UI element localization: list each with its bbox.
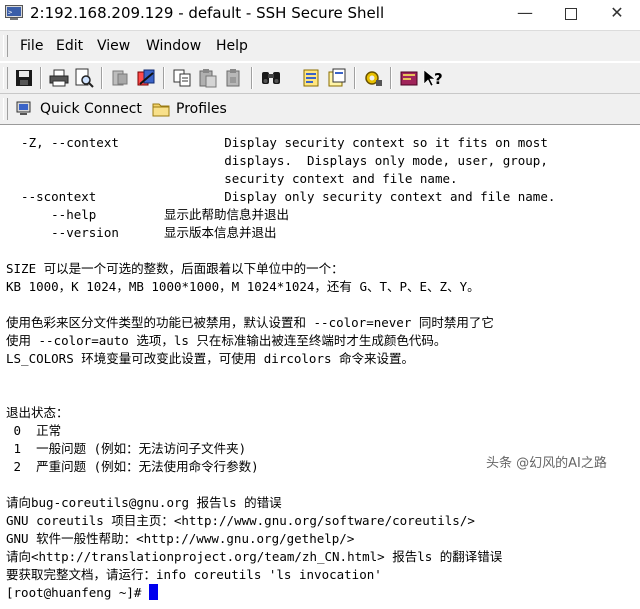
paste-alt-button[interactable] bbox=[223, 67, 245, 89]
save-icon bbox=[16, 70, 32, 86]
menu-view[interactable]: View bbox=[97, 38, 130, 54]
context-help-icon: ? bbox=[423, 69, 443, 88]
maximize-button[interactable] bbox=[548, 0, 594, 28]
paste-icon bbox=[199, 69, 217, 88]
paste-button[interactable] bbox=[197, 67, 219, 89]
ssh-app-icon: >_ bbox=[5, 5, 23, 21]
terminal-line: 0 正常 bbox=[6, 423, 62, 438]
terminal-line: --help 显示此帮助信息并退出 bbox=[6, 207, 290, 222]
quick-connect-label: Quick Connect bbox=[40, 101, 142, 117]
help-book-icon bbox=[400, 71, 418, 86]
terminal-line: LS_COLORS 环境变量可改变此设置，可使用 dircolors 命令来设置… bbox=[6, 351, 415, 366]
print-button[interactable] bbox=[48, 67, 70, 89]
context-help-button[interactable]: ? bbox=[422, 67, 444, 89]
toolbar-separator bbox=[390, 67, 392, 89]
terminal-line: --version 显示版本信息并退出 bbox=[6, 225, 277, 240]
toolbar-separator bbox=[251, 67, 253, 89]
save-button[interactable] bbox=[13, 67, 35, 89]
svg-text:>_: >_ bbox=[8, 9, 17, 17]
connect-icon bbox=[137, 69, 155, 86]
maximize-icon bbox=[565, 7, 577, 20]
copy-icon bbox=[173, 69, 191, 87]
terminal-line: KB 1000，K 1024，MB 1000*1000，M 1024*1024，… bbox=[6, 279, 480, 294]
find-icon bbox=[262, 72, 280, 84]
title-bar: >_ 2:192.168.209.129 - default - SSH Sec… bbox=[0, 0, 640, 28]
terminal-line: 1 一般问题 (例如：无法访问子文件夹) bbox=[6, 441, 247, 456]
toolbar-separator bbox=[163, 67, 165, 89]
key-settings-button[interactable] bbox=[362, 67, 384, 89]
profiles-button[interactable]: Profiles bbox=[152, 97, 227, 121]
terminal-line: 要获取完整文档，请运行：info coreutils 'ls invocatio… bbox=[6, 567, 382, 582]
quick-connect-bar: Quick Connect Profiles bbox=[0, 94, 640, 125]
disconnect-button[interactable] bbox=[109, 67, 131, 89]
terminal-line: 2 严重问题 (例如：无法使用命令行参数) bbox=[6, 459, 259, 474]
terminal-line: displays. Displays only mode, user, grou… bbox=[6, 153, 548, 168]
key-settings-icon bbox=[365, 71, 382, 86]
print-preview-icon bbox=[75, 68, 94, 88]
toolbar-separator bbox=[101, 67, 103, 89]
watermark: 头条 @幻风的AI之路 bbox=[486, 456, 607, 471]
toolbar-grip[interactable] bbox=[3, 67, 8, 89]
disconnect-icon bbox=[112, 70, 128, 86]
toolbar: ? bbox=[0, 62, 640, 94]
print-icon bbox=[49, 69, 69, 87]
terminal-cursor bbox=[149, 584, 158, 600]
quick-connect-icon bbox=[16, 101, 31, 115]
terminal-line: SIZE 可以是一个可选的整数，后面跟着以下单位中的一个： bbox=[6, 261, 344, 276]
print-preview-button[interactable] bbox=[73, 67, 95, 89]
copy-button[interactable] bbox=[171, 67, 193, 89]
paste-alt-icon bbox=[226, 69, 240, 87]
terminal-prompt-line[interactable]: [root@huanfeng ~]# bbox=[6, 584, 158, 602]
connect-button[interactable] bbox=[135, 67, 157, 89]
folder-icon bbox=[152, 103, 170, 117]
new-window-button[interactable] bbox=[326, 67, 348, 89]
terminal-line: 退出状态： bbox=[6, 405, 69, 420]
terminal-line: GNU 软件一般性帮助：<http://www.gnu.org/gethelp/… bbox=[6, 531, 355, 546]
terminal-line: 请向<http://translationproject.org/team/zh… bbox=[6, 549, 503, 564]
window-title: 2:192.168.209.129 - default - SSH Secure… bbox=[30, 4, 385, 22]
help-book-button[interactable] bbox=[398, 67, 420, 89]
terminal-line: 请向bug-coreutils@gnu.org 报告ls 的错误 bbox=[6, 495, 282, 510]
terminal-line: security context and file name. bbox=[6, 171, 458, 186]
terminal-line: 使用 --color=auto 选项，ls 只在标准输出被连至终端时才生成颜色代… bbox=[6, 333, 447, 348]
terminal-line: 使用色彩来区分文件类型的功能已被禁用，默认设置和 --color=never 同… bbox=[6, 315, 494, 330]
toolbar-separator bbox=[40, 67, 42, 89]
ssh-window: >_ 2:192.168.209.129 - default - SSH Sec… bbox=[0, 0, 640, 609]
menu-bar: File Edit View Window Help bbox=[0, 30, 640, 61]
close-button[interactable]: ✕ bbox=[594, 0, 640, 28]
profiles-label: Profiles bbox=[176, 101, 227, 117]
terminal-area[interactable]: -Z, --context Display security context s… bbox=[0, 126, 640, 609]
menu-file[interactable]: File bbox=[20, 38, 43, 54]
find-button[interactable] bbox=[260, 67, 282, 89]
shell-prompt: [root@huanfeng ~]# bbox=[6, 585, 149, 600]
terminal-line: GNU coreutils 项目主页：<http://www.gnu.org/s… bbox=[6, 513, 475, 528]
menu-help[interactable]: Help bbox=[216, 38, 248, 54]
menubar-grip[interactable] bbox=[3, 35, 8, 57]
new-window-icon bbox=[328, 68, 346, 87]
svg-text:?: ? bbox=[434, 70, 443, 88]
settings-icon bbox=[303, 69, 319, 87]
terminal-line: -Z, --context Display security context s… bbox=[6, 135, 548, 150]
quick-connect-button[interactable]: Quick Connect bbox=[16, 97, 142, 121]
minimize-button[interactable]: — bbox=[502, 0, 548, 28]
toolbar-separator bbox=[354, 67, 356, 89]
menu-window[interactable]: Window bbox=[146, 38, 201, 54]
quickbar-grip[interactable] bbox=[3, 98, 8, 120]
terminal-line: --scontext Display only security context… bbox=[6, 189, 556, 204]
menu-edit[interactable]: Edit bbox=[56, 38, 83, 54]
settings-button[interactable] bbox=[300, 67, 322, 89]
